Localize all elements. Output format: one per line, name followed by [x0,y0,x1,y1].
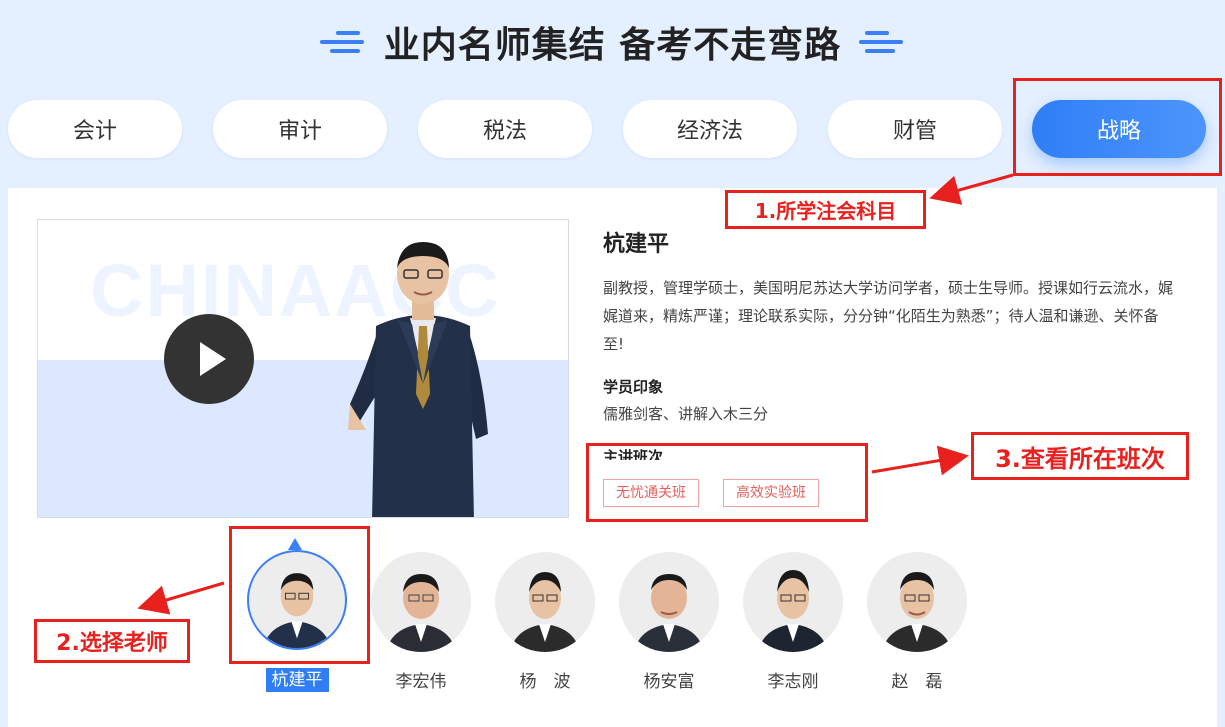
page: 业内名师集结 备考不走弯路 会计 审计 税法 经济法 财管 战略 CHINAAC… [0,0,1225,727]
annotation-arrows-icon [137,173,1014,615]
